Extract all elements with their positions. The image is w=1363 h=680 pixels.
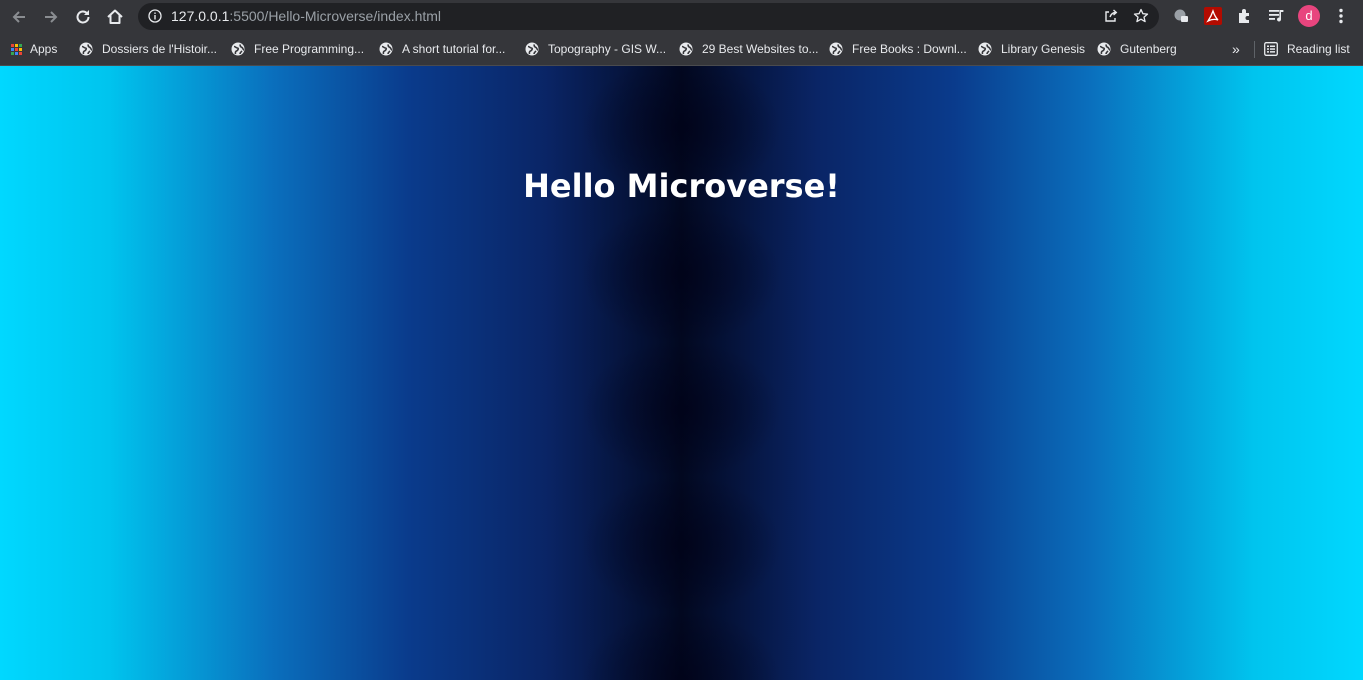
- arrow-right-icon: [45, 11, 58, 23]
- bookmark-label: Gutenberg: [1120, 42, 1177, 56]
- bookmark-label: Dossiers de l'Histoir...: [102, 42, 217, 56]
- pdf-extension-button[interactable]: [1203, 6, 1223, 26]
- queue-music-icon: [1269, 10, 1284, 22]
- globe-icon: [231, 42, 245, 56]
- globe-icon: [829, 42, 843, 56]
- bookmarks-divider: [1254, 41, 1255, 58]
- bookmark-item[interactable]: Topography - GIS W...: [525, 40, 666, 58]
- bookmark-label: Apps: [30, 42, 58, 56]
- bookmark-label: Free Books : Downl...: [852, 42, 967, 56]
- bookmark-star-icon[interactable]: [1133, 8, 1149, 24]
- page-viewport: Hello Microverse!: [0, 66, 1363, 680]
- reload-button[interactable]: [70, 4, 96, 30]
- bookmarks-overflow-button[interactable]: »: [1232, 41, 1240, 57]
- bookmark-label: Library Genesis: [1001, 42, 1086, 56]
- bookmark-label: Topography - GIS W...: [548, 42, 667, 56]
- url-host: 127.0.0.1: [171, 8, 230, 24]
- profile-avatar[interactable]: d: [1298, 5, 1320, 27]
- globe-icon: [978, 42, 992, 56]
- bookmark-item[interactable]: Dossiers de l'Histoir...: [79, 40, 217, 58]
- more-vert-icon: [1339, 8, 1343, 24]
- globe-icon: [379, 42, 393, 56]
- page-heading: Hello Microverse!: [523, 167, 840, 205]
- bookmark-item[interactable]: Free Programming...: [231, 40, 364, 58]
- globe-icon: [79, 42, 93, 56]
- bookmark-apps[interactable]: Apps: [11, 40, 57, 58]
- globe-icon: [1097, 42, 1111, 56]
- reading-list-button[interactable]: Reading list: [1264, 40, 1350, 58]
- forward-button[interactable]: [38, 4, 64, 30]
- url-text[interactable]: 127.0.0.1:5500/Hello-Microverse/index.ht…: [171, 9, 441, 24]
- home-button[interactable]: [102, 4, 128, 30]
- bookmark-item[interactable]: Library Genesis: [978, 40, 1085, 58]
- reading-list-icon: [1264, 42, 1278, 56]
- home-icon: [107, 9, 123, 24]
- bookmark-item[interactable]: Gutenberg: [1097, 40, 1177, 58]
- info-icon[interactable]: [148, 9, 162, 23]
- share-icon[interactable]: [1103, 8, 1119, 24]
- back-button[interactable]: [6, 4, 32, 30]
- bookmark-item[interactable]: Free Books : Downl...: [829, 40, 967, 58]
- media-control-button[interactable]: [1267, 6, 1287, 26]
- extension-button[interactable]: [1171, 6, 1191, 26]
- menu-button[interactable]: [1331, 6, 1351, 26]
- browser-toolbar: 127.0.0.1:5500/Hello-Microverse/index.ht…: [0, 0, 1363, 33]
- bookmark-label: A short tutorial for...: [402, 42, 506, 56]
- acrobat-icon: [1204, 7, 1222, 25]
- address-bar[interactable]: 127.0.0.1:5500/Hello-Microverse/index.ht…: [138, 3, 1159, 30]
- apps-grid-icon: [11, 43, 22, 55]
- extension-icon: [1174, 9, 1188, 22]
- bookmark-item[interactable]: A short tutorial for...: [379, 40, 505, 58]
- globe-icon: [679, 42, 693, 56]
- bookmark-label: Free Programming...: [254, 42, 365, 56]
- reload-icon: [76, 10, 90, 24]
- arrow-left-icon: [12, 11, 25, 23]
- bookmark-item[interactable]: 29 Best Websites to...: [679, 40, 819, 58]
- url-path: :5500/Hello-Microverse/index.html: [229, 8, 442, 24]
- bookmark-label: 29 Best Websites to...: [702, 42, 819, 56]
- bookmarks-bar: Apps Dossiers de l'Histoir... Free Progr…: [0, 33, 1363, 66]
- puzzle-icon: [1239, 9, 1249, 23]
- globe-icon: [525, 42, 539, 56]
- extensions-button[interactable]: [1235, 6, 1255, 26]
- reading-list-label: Reading list: [1287, 42, 1350, 56]
